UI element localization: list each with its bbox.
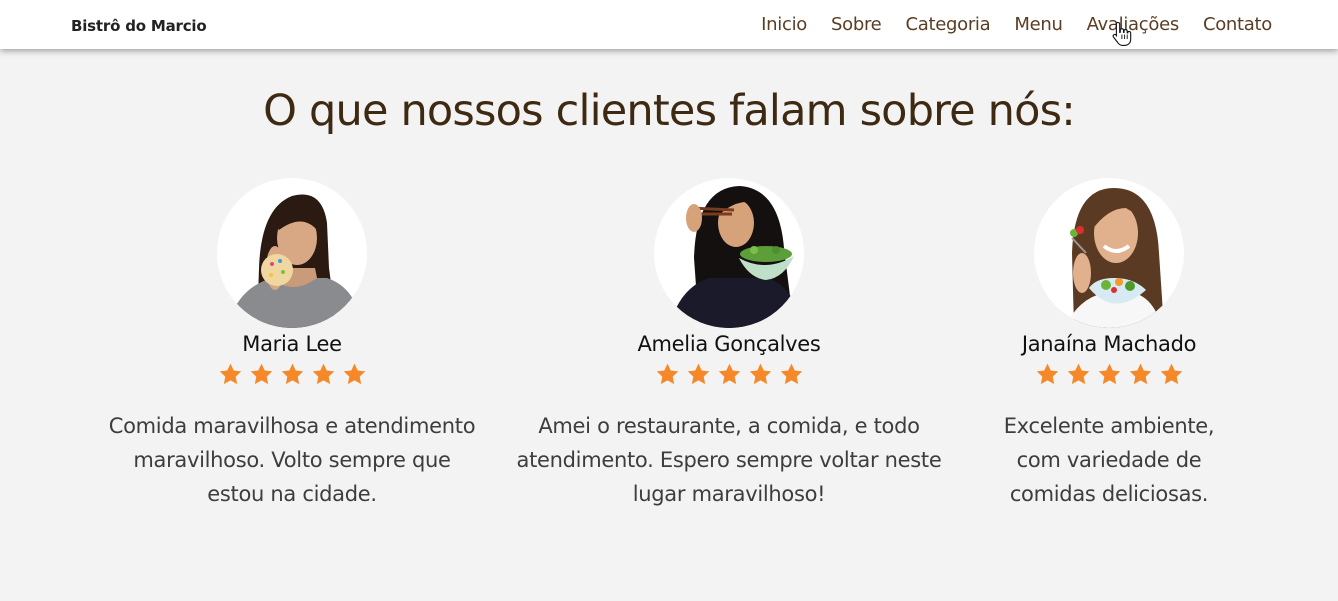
star-icon	[250, 363, 272, 385]
review-text: Comida maravilhosa e atendimento maravil…	[108, 414, 476, 506]
nav-link-inicio[interactable]: Inicio	[761, 14, 807, 35]
star-icon	[281, 363, 303, 385]
nav-link-menu[interactable]: Menu	[1014, 14, 1063, 35]
brand-logo-text[interactable]: Bistrô do Marcio	[71, 17, 207, 35]
nav-link-categoria[interactable]: Categoria	[905, 14, 990, 35]
nav-link-contato[interactable]: Contato	[1203, 14, 1272, 35]
star-icon	[749, 363, 771, 385]
star-icon	[312, 363, 334, 385]
review-text: Amei o restaurante, a comida, e todo ate…	[516, 414, 942, 506]
review-text: Excelente ambiente, com variedade de com…	[1003, 414, 1215, 506]
star-icon	[718, 363, 740, 385]
top-navbar: Bistrô do Marcio Inicio Sobre Categoria …	[0, 0, 1338, 49]
main-nav: Inicio Sobre Categoria Menu Avaliações C…	[761, 14, 1272, 35]
star-icon	[1098, 363, 1120, 385]
rating-stars	[72, 362, 512, 387]
star-icon	[1129, 363, 1151, 385]
star-icon	[656, 363, 678, 385]
star-icon	[780, 363, 802, 385]
testimonials-title: O que nossos clientes falam sobre nós:	[263, 86, 1076, 136]
testimonial-card: Amelia Gonçalves Amei o restaurante, a c…	[509, 178, 949, 511]
rating-stars	[889, 362, 1329, 387]
customer-name: Maria Lee	[242, 332, 342, 356]
star-icon	[687, 363, 709, 385]
customer-photo-amelia	[654, 178, 804, 328]
nav-link-sobre[interactable]: Sobre	[831, 14, 882, 35]
nav-link-avaliacoes[interactable]: Avaliações	[1087, 14, 1180, 35]
star-icon	[343, 363, 365, 385]
star-icon	[1036, 363, 1058, 385]
customer-photo-maria	[217, 178, 367, 328]
star-icon	[219, 363, 241, 385]
customer-photo-janaina	[1034, 178, 1184, 328]
customer-name: Janaína Machado	[1021, 332, 1197, 356]
rating-stars	[509, 362, 949, 387]
star-icon	[1160, 363, 1182, 385]
testimonial-card: Maria Lee Comida maravilhosa e atendimen…	[72, 178, 512, 511]
hand-pointer-cursor-icon	[1112, 21, 1132, 46]
customer-name: Amelia Gonçalves	[637, 332, 821, 356]
testimonial-card: Janaína Machado Excelente ambiente, com …	[889, 178, 1329, 511]
star-icon	[1067, 363, 1089, 385]
